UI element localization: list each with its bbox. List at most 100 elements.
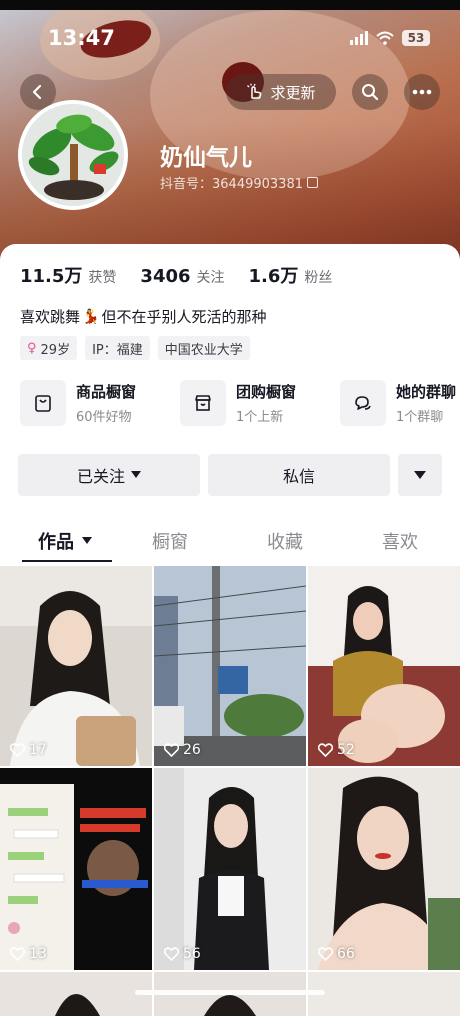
like-count-text: 26	[183, 742, 201, 758]
followed-label: 已关注	[76, 467, 125, 486]
ip-tag: IP：福建	[85, 336, 150, 360]
tab-label: 作品	[38, 532, 74, 553]
like-count-text: 13	[29, 946, 47, 962]
followed-button[interactable]: 已关注	[18, 454, 200, 496]
avatar[interactable]	[18, 100, 128, 210]
like-count: 56	[164, 946, 201, 962]
top-edge	[0, 0, 460, 10]
video-grid: 17 26 52 13 56 66	[0, 566, 460, 1016]
shop-window-entry[interactable]: 商品橱窗 60件好物	[20, 380, 136, 426]
group-buy-entry[interactable]: 团购橱窗 1个上新	[180, 380, 296, 426]
heart-icon	[318, 743, 333, 757]
group-buy-icon	[180, 380, 226, 426]
profile-screen: 13:47 53 求更新 奶仙气儿 抖音号：36449903381 11.5万 …	[0, 0, 460, 1016]
heart-icon	[10, 743, 25, 757]
female-icon: ♀	[27, 340, 37, 356]
like-count: 13	[10, 946, 47, 962]
age-tag: ♀ 29岁	[20, 336, 78, 360]
video-cover-image	[0, 566, 152, 766]
stat-label: 关注	[196, 270, 225, 286]
school-tag[interactable]: 中国农业大学	[157, 336, 250, 360]
stat-followers[interactable]: 1.6万 粉丝	[249, 262, 333, 288]
shop-window-icon	[20, 380, 66, 426]
stat-value: 11.5万	[20, 266, 83, 287]
wifi-icon	[376, 31, 394, 45]
video-cover-image	[308, 972, 460, 1016]
video-cover-image	[0, 768, 152, 970]
back-arrow-icon	[32, 84, 42, 100]
like-count: 66	[318, 946, 355, 962]
heart-icon	[10, 947, 25, 961]
video-thumbnail[interactable]: 66	[308, 768, 460, 970]
battery-indicator: 53	[402, 30, 430, 46]
feature-subtitle: 1个上新	[236, 410, 284, 425]
like-count-text: 56	[183, 946, 201, 962]
stat-label: 粉丝	[304, 270, 333, 286]
age-text: 29岁	[40, 342, 71, 358]
status-time: 13:47	[48, 26, 115, 50]
douyin-id[interactable]: 抖音号：36449903381	[160, 173, 318, 192]
video-cover-image	[308, 566, 460, 766]
search-button[interactable]	[352, 74, 388, 110]
group-chat-entry[interactable]: 她的群聊 1个群聊	[340, 380, 456, 426]
video-cover-image	[154, 768, 306, 970]
stat-label: 获赞	[88, 270, 117, 286]
status-icons: 53	[350, 30, 430, 46]
profile-tags: ♀ 29岁 IP：福建 中国农业大学	[20, 336, 250, 360]
caret-down-icon	[131, 471, 141, 478]
feature-subtitle: 60件好物	[76, 410, 132, 425]
search-icon	[362, 84, 379, 101]
tab-likes[interactable]: 喜欢	[382, 528, 418, 554]
feature-title: 商品橱窗	[76, 383, 137, 401]
feature-title: 团购橱窗	[236, 383, 297, 401]
signal-icon	[350, 31, 368, 45]
stat-value: 3406	[140, 266, 191, 287]
bio: 喜欢跳舞 💃 但不在乎别人死活的那种	[20, 306, 266, 327]
content-tabs: 作品 橱窗 收藏 喜欢	[0, 516, 460, 564]
tab-underline	[22, 560, 112, 562]
tab-works[interactable]: 作品	[38, 528, 92, 554]
hand-poke-icon	[247, 83, 262, 99]
feature-entries: 商品橱窗 60件好物 团购橱窗 1个上新 她的群聊 1个群聊	[20, 380, 460, 432]
video-thumbnail[interactable]: 17	[0, 566, 152, 766]
copy-icon[interactable]	[306, 177, 318, 188]
heart-icon	[164, 947, 179, 961]
recommend-dropdown-button[interactable]	[398, 454, 442, 496]
video-thumbnail[interactable]: 13	[0, 768, 152, 970]
heart-icon	[318, 947, 333, 961]
more-button[interactable]	[404, 74, 440, 110]
bio-text-part1: 喜欢跳舞	[20, 308, 81, 326]
tab-favorites[interactable]: 收藏	[267, 528, 303, 554]
group-chat-icon	[340, 380, 386, 426]
video-cover-image	[0, 972, 152, 1016]
video-cover-image	[154, 566, 306, 766]
request-update-label: 求更新	[270, 83, 316, 102]
video-thumbnail[interactable]: 52	[308, 566, 460, 766]
like-count-text: 17	[29, 742, 47, 758]
tab-showcase[interactable]: 橱窗	[152, 528, 188, 554]
message-label: 私信	[282, 467, 315, 486]
like-count-text: 52	[337, 742, 355, 758]
caret-down-icon	[414, 470, 426, 479]
video-thumbnail[interactable]	[0, 972, 152, 1016]
like-count: 26	[164, 742, 201, 758]
stat-value: 1.6万	[248, 266, 299, 287]
like-count: 17	[10, 742, 47, 758]
feature-subtitle: 1个群聊	[396, 410, 444, 425]
caret-down-icon	[82, 537, 92, 544]
request-update-button[interactable]: 求更新	[226, 74, 336, 110]
avatar-plant-image	[22, 104, 124, 206]
more-dots-icon	[412, 89, 432, 95]
feature-title: 她的群聊	[396, 383, 457, 401]
bio-text-part2: 但不在乎别人死活的那种	[101, 308, 267, 326]
nickname: 奶仙气儿	[160, 145, 252, 171]
stat-likes[interactable]: 11.5万 获赞	[20, 262, 116, 288]
video-thumbnail[interactable]: 26	[154, 566, 306, 766]
video-thumbnail[interactable]	[308, 972, 460, 1016]
video-thumbnail[interactable]: 56	[154, 768, 306, 970]
home-indicator[interactable]	[135, 990, 325, 995]
message-button[interactable]: 私信	[208, 454, 390, 496]
stat-following[interactable]: 3406 关注	[140, 266, 224, 287]
like-count: 52	[318, 742, 355, 758]
douyin-id-text: 抖音号：36449903381	[160, 177, 303, 192]
